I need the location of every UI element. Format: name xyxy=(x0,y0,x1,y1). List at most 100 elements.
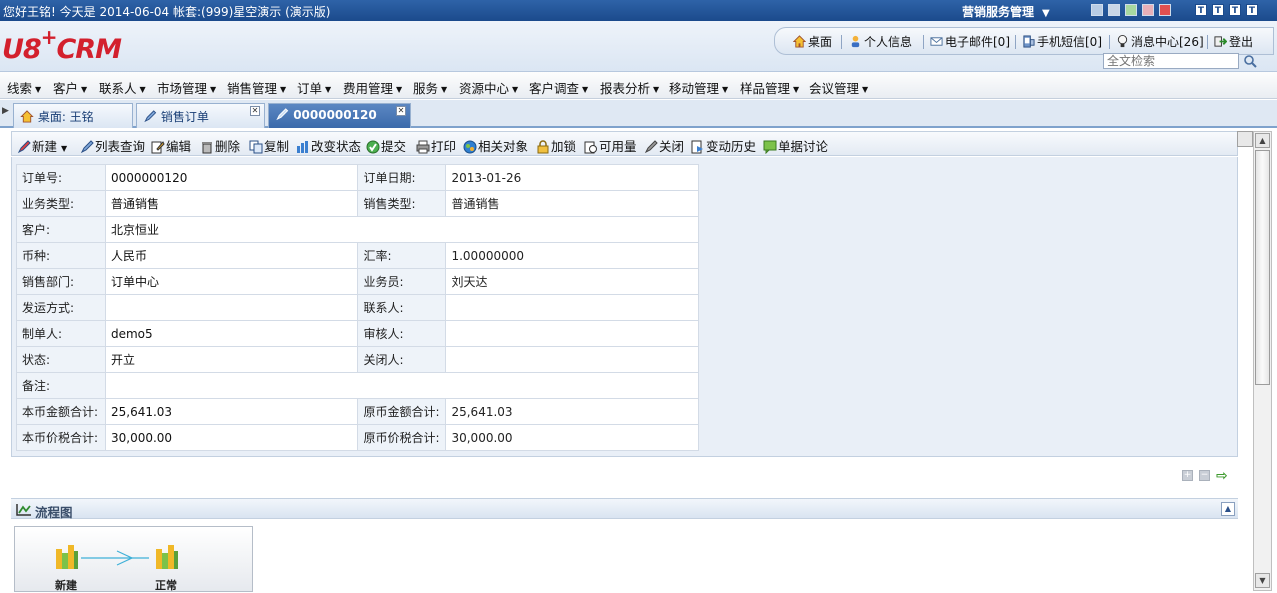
status-value: 开立 xyxy=(104,346,359,373)
message-icon xyxy=(1117,35,1128,48)
flow-node-new-icon[interactable] xyxy=(56,545,78,569)
edit-button[interactable]: 编辑 xyxy=(151,136,191,155)
available-qty-label: 可用量 xyxy=(599,139,637,154)
menu-item-mobile[interactable]: 移动管理 ▼ xyxy=(669,78,728,97)
currency-value: 人民币 xyxy=(104,242,359,269)
menu-item-orders[interactable]: 订单 ▼ xyxy=(297,78,331,97)
print-button[interactable]: 打印 xyxy=(416,136,456,155)
tab-sales-orders[interactable]: 销售订单 ✕ xyxy=(136,103,265,128)
link-profile[interactable]: 个人信息 xyxy=(849,33,912,50)
maker-label: 制单人: xyxy=(16,320,106,347)
list-query-button[interactable]: 列表查询 xyxy=(80,136,145,155)
home-icon xyxy=(20,110,34,123)
lock-button[interactable]: 加锁 xyxy=(536,136,576,155)
change-history-button[interactable]: 变动历史 xyxy=(691,136,756,155)
flow-node-normal-icon[interactable] xyxy=(156,545,178,569)
menu-item-leads[interactable]: 线索 ▼ xyxy=(7,78,41,97)
link-logout[interactable]: 登出 xyxy=(1214,33,1253,50)
flow-section-header: 流程图 ▲ xyxy=(11,498,1238,520)
close-icon[interactable]: ✕ xyxy=(250,106,260,116)
lock-icon xyxy=(537,140,549,154)
scroll-down-icon[interactable]: ▼ xyxy=(1255,573,1270,588)
scroll-thumb[interactable] xyxy=(1255,150,1270,385)
tab-order-0000000120[interactable]: 0000000120 ✕ xyxy=(268,103,411,128)
caret-down-icon: ▼ xyxy=(280,85,287,94)
theme-pink-icon[interactable] xyxy=(1142,4,1154,16)
vertical-scrollbar[interactable]: ▲ ▼ xyxy=(1253,131,1272,591)
link-desktop[interactable]: 桌面 xyxy=(793,33,832,50)
flow-title: 流程图 xyxy=(35,505,73,520)
collapse-icon[interactable]: − xyxy=(1199,470,1210,481)
pen-icon xyxy=(276,108,289,121)
quantity-icon xyxy=(584,141,597,154)
link-sms[interactable]: 手机短信[0] xyxy=(1022,33,1102,50)
font-xlarge-icon[interactable]: T xyxy=(1246,4,1258,16)
change-status-button[interactable]: 改变状态 xyxy=(296,136,361,155)
next-arrow-icon[interactable]: ⇨ xyxy=(1216,468,1228,484)
related-objects-button[interactable]: 相关对象 xyxy=(463,136,528,155)
delete-button[interactable]: 删除 xyxy=(200,136,240,155)
discussion-button[interactable]: 单据讨论 xyxy=(763,136,828,155)
theme-red-icon[interactable] xyxy=(1159,4,1171,16)
logo-plus: + xyxy=(40,25,58,49)
theme-green-icon[interactable] xyxy=(1125,4,1137,16)
form-row: 客户: 北京恒业 xyxy=(16,216,700,243)
font-large-icon[interactable]: T xyxy=(1229,4,1241,16)
new-button[interactable]: 新建 ▼ xyxy=(17,136,67,155)
delete-label: 删除 xyxy=(215,139,241,154)
menu-item-contacts[interactable]: 联系人 ▼ xyxy=(99,78,146,97)
link-email[interactable]: 电子邮件[0] xyxy=(930,33,1010,50)
theme-gray-icon[interactable] xyxy=(1108,4,1120,16)
caret-down-icon: ▼ xyxy=(512,85,519,94)
available-qty-button[interactable]: 可用量 xyxy=(584,136,637,155)
link-messages[interactable]: 消息中心[26] xyxy=(1116,33,1204,50)
dept-label: 销售部门: xyxy=(16,268,106,295)
close-button[interactable]: 关闭 xyxy=(644,136,684,155)
divider xyxy=(841,35,842,49)
top-bar: 您好王铭! 今天是 2014-06-04 帐套:(999)星空演示 (演示版) … xyxy=(0,0,1277,21)
search-icon[interactable] xyxy=(1241,53,1259,69)
copy-button[interactable]: 复制 xyxy=(249,136,289,155)
tab-desktop[interactable]: 桌面: 王铭 xyxy=(13,103,133,128)
copy-icon xyxy=(249,140,263,154)
menu-label: 报表分析 xyxy=(600,81,651,96)
font-small-icon[interactable]: T xyxy=(1195,4,1207,16)
module-switcher[interactable]: 营销服务管理 ▼ xyxy=(962,3,1050,20)
sale-type-value: 普通销售 xyxy=(445,190,699,217)
submit-button[interactable]: 提交 xyxy=(366,136,406,155)
discussion-label: 单据讨论 xyxy=(778,139,829,154)
theme-blue-icon[interactable] xyxy=(1091,4,1103,16)
menu-item-survey[interactable]: 客户调查 ▼ xyxy=(529,78,588,97)
caret-down-icon: ▼ xyxy=(325,85,332,94)
menu-item-reports[interactable]: 报表分析 ▼ xyxy=(600,78,659,97)
scroll-up-icon[interactable]: ▲ xyxy=(1255,133,1270,148)
menu-item-resources[interactable]: 资源中心 ▼ xyxy=(459,78,518,97)
menu-item-samples[interactable]: 样品管理 ▼ xyxy=(740,78,799,97)
user-icon xyxy=(851,35,860,48)
flow-diagram-svg xyxy=(56,545,178,569)
caret-down-icon: ▼ xyxy=(722,85,729,94)
close-order-icon xyxy=(644,140,658,154)
menu-item-sales[interactable]: 销售管理 ▼ xyxy=(227,78,286,97)
tab-scroll-left-icon[interactable]: ▶ xyxy=(2,106,10,122)
ship-label: 发运方式: xyxy=(16,294,106,321)
menu-item-customers[interactable]: 客户 ▼ xyxy=(53,78,87,97)
menu-label: 移动管理 xyxy=(669,81,720,96)
search-input[interactable] xyxy=(1103,53,1239,69)
font-medium-icon[interactable]: T xyxy=(1212,4,1224,16)
link-profile-label: 个人信息 xyxy=(864,35,913,49)
menu-item-meetings[interactable]: 会议管理 ▼ xyxy=(809,78,868,97)
menu-item-service[interactable]: 服务 ▼ xyxy=(413,78,447,97)
expand-icon[interactable]: + xyxy=(1182,470,1193,481)
salesman-label: 业务员: xyxy=(357,268,447,295)
close-icon[interactable]: ✕ xyxy=(396,106,406,116)
collapse-section-icon[interactable]: ▲ xyxy=(1221,502,1235,516)
related-objects-label: 相关对象 xyxy=(478,139,529,154)
menu-item-marketing[interactable]: 市场管理 ▼ xyxy=(157,78,216,97)
salesman-value: 刘天达 xyxy=(445,268,699,295)
orig-tax-total-label: 原币价税合计: xyxy=(357,424,447,451)
link-desktop-label: 桌面 xyxy=(808,35,833,49)
biz-type-value: 普通销售 xyxy=(104,190,359,217)
form-row: 币种: 人民币 汇率: 1.00000000 xyxy=(16,242,699,269)
menu-item-expenses[interactable]: 费用管理 ▼ xyxy=(343,78,402,97)
